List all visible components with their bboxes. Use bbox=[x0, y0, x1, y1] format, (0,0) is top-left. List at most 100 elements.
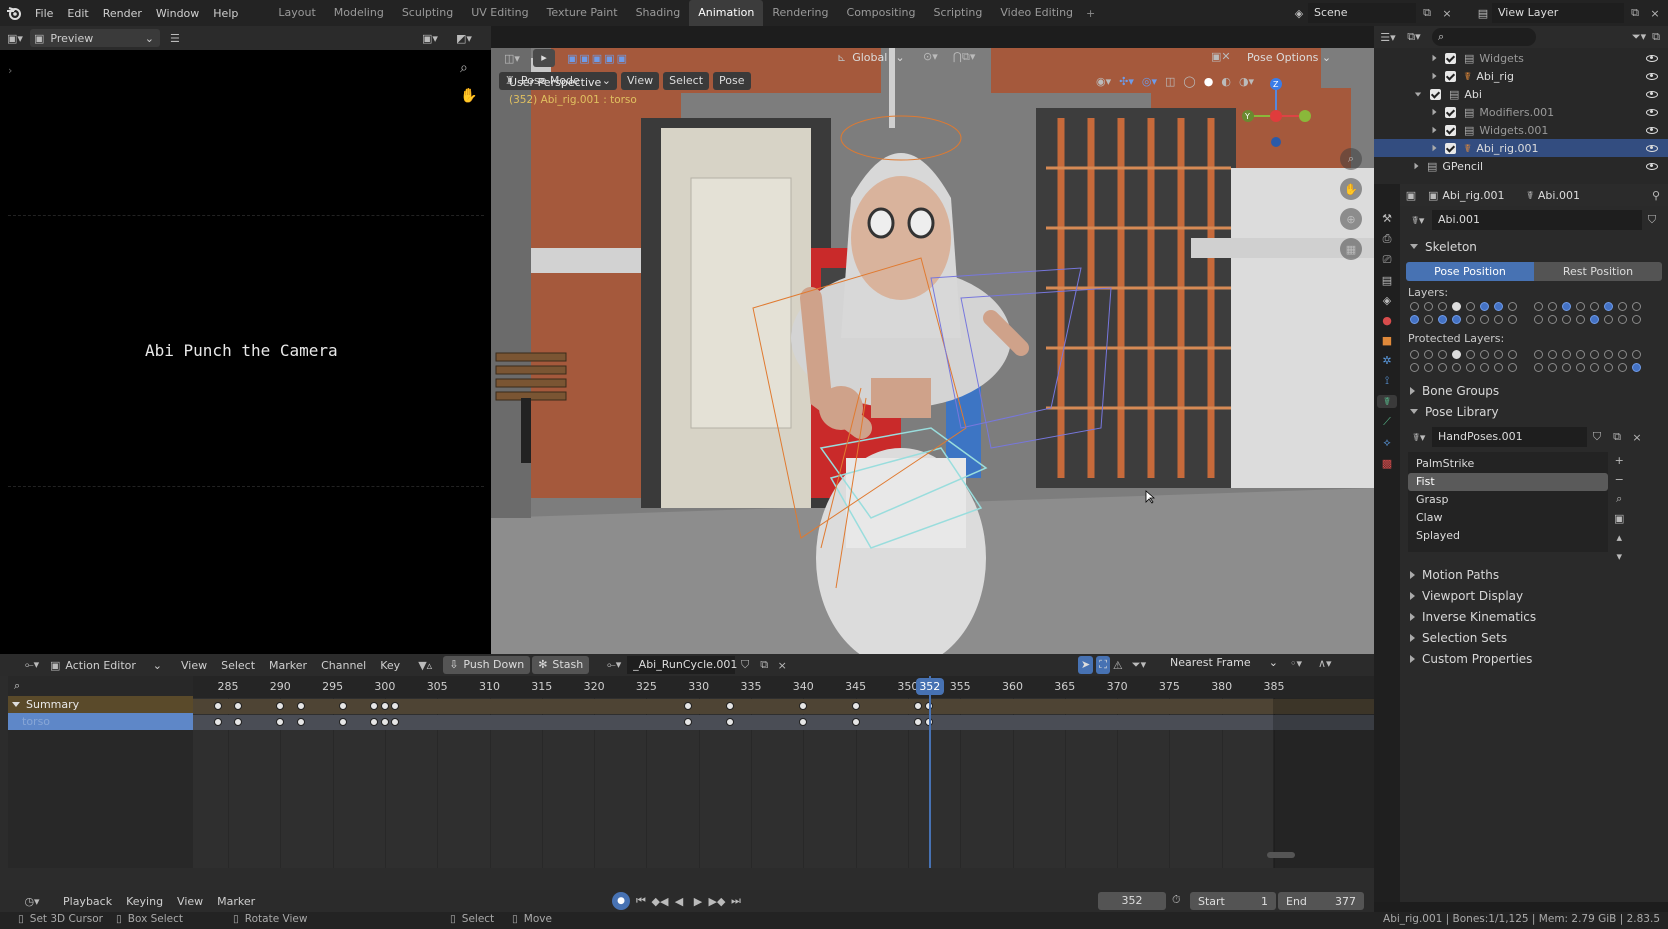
display-mode-icon[interactable]: ◩▾ bbox=[456, 32, 472, 45]
layer-toggle[interactable] bbox=[1590, 315, 1599, 324]
add-pose-icon[interactable]: + bbox=[1614, 454, 1624, 467]
layer-toggle[interactable] bbox=[1618, 315, 1627, 324]
object-tab-icon[interactable]: ■ bbox=[1382, 334, 1392, 347]
armature-data-tab-icon[interactable]: ☤ bbox=[1377, 395, 1397, 408]
tab-rendering[interactable]: Rendering bbox=[763, 0, 837, 26]
action-menu-key[interactable]: Key bbox=[373, 659, 407, 672]
outliner-item[interactable]: ▤ Modifiers.001 bbox=[1374, 103, 1668, 121]
layer-toggle[interactable] bbox=[1438, 315, 1447, 324]
eye-icon[interactable] bbox=[1646, 144, 1658, 152]
layer-toggle[interactable] bbox=[1576, 363, 1585, 372]
view-options-icon[interactable]: ▣▾ bbox=[422, 32, 438, 45]
panel-header[interactable]: Viewport Display bbox=[1400, 585, 1668, 606]
xray-icon[interactable]: ◫ bbox=[1165, 75, 1175, 88]
bone-tab-icon[interactable]: ⟋ bbox=[1383, 415, 1391, 429]
keyframe[interactable] bbox=[368, 700, 381, 712]
tab-animation[interactable]: Animation bbox=[689, 0, 764, 26]
current-frame-field[interactable]: 352 bbox=[1098, 892, 1166, 910]
expand-arrow-icon[interactable] bbox=[1432, 126, 1437, 134]
layer-toggle[interactable] bbox=[1534, 302, 1543, 311]
move-up-icon[interactable]: ▴ bbox=[1614, 531, 1624, 544]
layer-toggle[interactable] bbox=[1562, 315, 1571, 324]
layer-toggle[interactable] bbox=[1452, 302, 1461, 311]
bone-constraint-tab-icon[interactable]: ⟡ bbox=[1383, 436, 1390, 450]
outliner-item[interactable]: ▤ Abi bbox=[1374, 85, 1668, 103]
play-icon[interactable]: ▶ bbox=[690, 895, 706, 908]
tab-uv-editing[interactable]: UV Editing bbox=[462, 0, 537, 26]
pose-library-panel-header[interactable]: Pose Library bbox=[1400, 401, 1668, 422]
view-layer-name[interactable]: View Layer bbox=[1492, 3, 1624, 23]
fake-user-shield-icon[interactable]: ⛉ bbox=[1587, 430, 1607, 444]
tab-shading[interactable]: Shading bbox=[627, 0, 690, 26]
layer-toggle[interactable] bbox=[1604, 350, 1613, 359]
jump-start-icon[interactable]: ⏮ bbox=[633, 894, 649, 908]
pose-position-button[interactable]: Pose Position bbox=[1406, 262, 1534, 281]
pose-item[interactable]: Splayed bbox=[1408, 527, 1608, 545]
texture-tab-icon[interactable]: ▩ bbox=[1382, 457, 1392, 470]
layer-toggle[interactable] bbox=[1438, 363, 1447, 372]
pose-item[interactable]: Claw bbox=[1408, 509, 1608, 527]
action-browse-icon[interactable]: ⟜▾ bbox=[601, 658, 627, 672]
wireframe-shading-icon[interactable]: ◯ bbox=[1183, 75, 1195, 88]
layer-toggle[interactable] bbox=[1508, 363, 1517, 372]
pose-options-dropdown[interactable]: Pose Options ⌄ bbox=[1241, 49, 1337, 67]
menu-render[interactable]: Render bbox=[96, 7, 149, 20]
keyframe[interactable] bbox=[389, 700, 402, 712]
eye-icon[interactable] bbox=[1646, 90, 1658, 98]
skeleton-panel-header[interactable]: Skeleton bbox=[1400, 236, 1668, 257]
layer-toggle[interactable] bbox=[1548, 363, 1557, 372]
keyframe[interactable] bbox=[232, 700, 245, 712]
solid-shading-icon[interactable]: ● bbox=[1204, 75, 1214, 88]
navigation-gizmo[interactable]: Z Y bbox=[1236, 76, 1316, 156]
layer-toggle[interactable] bbox=[1466, 302, 1475, 311]
outliner-item[interactable]: ▤ GPencil bbox=[1374, 157, 1668, 175]
3d-viewport[interactable]: ◫▾ ▸ ▣▣▣▣▣ ♜ Pose Mode ⌄ View Select Pose … bbox=[491, 48, 1374, 654]
visibility-icon[interactable]: ◉▾ bbox=[1096, 75, 1111, 88]
expand-arrow-icon[interactable] bbox=[1432, 72, 1437, 80]
outliner-search-input[interactable]: ⌕ bbox=[1432, 28, 1536, 46]
render-tab-icon[interactable]: ⎙ bbox=[1383, 232, 1392, 246]
layer-toggle[interactable] bbox=[1424, 363, 1433, 372]
viewport-menu-select[interactable]: Select bbox=[663, 72, 710, 90]
filter-icon[interactable]: ⏷▾ bbox=[1632, 30, 1646, 44]
tab-video-editing[interactable]: Video Editing bbox=[991, 0, 1082, 26]
pose-item[interactable]: PalmStrike bbox=[1408, 455, 1608, 473]
current-frame-label[interactable]: 352 bbox=[915, 678, 944, 695]
keyframe[interactable] bbox=[211, 716, 224, 728]
action-menu-marker[interactable]: Marker bbox=[262, 659, 314, 672]
channel-search[interactable]: ⌕ bbox=[8, 676, 193, 696]
layer-toggle[interactable] bbox=[1424, 302, 1433, 311]
layer-toggle[interactable] bbox=[1480, 302, 1489, 311]
layer-toggle[interactable] bbox=[1410, 302, 1419, 311]
editor-type-icon[interactable]: ▣ bbox=[1400, 189, 1422, 202]
world-tab-icon[interactable]: ● bbox=[1382, 314, 1392, 327]
remove-pose-icon[interactable]: − bbox=[1614, 473, 1624, 486]
panel-header[interactable]: Inverse Kinematics bbox=[1400, 606, 1668, 627]
record-icon[interactable]: ● bbox=[612, 892, 630, 910]
view-layer-selector[interactable]: ▤ View Layer ⧉ × bbox=[1474, 3, 1664, 23]
new-pose-lib-icon[interactable]: ⧉ bbox=[1607, 430, 1627, 444]
menu-edit[interactable]: Edit bbox=[60, 7, 95, 20]
push-down-button[interactable]: ⇩ Push Down bbox=[443, 656, 531, 674]
visibility-checkbox[interactable] bbox=[1445, 70, 1456, 82]
protected-grid-left[interactable] bbox=[1408, 348, 1520, 374]
next-keyframe-icon[interactable]: ▶◆ bbox=[709, 895, 726, 908]
prev-keyframe-icon[interactable]: ◆◀ bbox=[652, 895, 669, 908]
tab-modeling[interactable]: Modeling bbox=[325, 0, 393, 26]
pivot-icon[interactable]: ⊙▾ bbox=[923, 50, 938, 63]
stopwatch-icon[interactable]: ⏱ bbox=[1172, 893, 1181, 907]
unlink-icon[interactable]: × bbox=[1627, 431, 1647, 444]
expand-arrow-icon[interactable]: › bbox=[8, 64, 12, 77]
sanitize-icon[interactable]: ▣ bbox=[1614, 512, 1624, 525]
layer-toggle[interactable] bbox=[1576, 302, 1585, 311]
eye-icon[interactable] bbox=[1646, 72, 1658, 80]
panel-header[interactable]: Custom Properties bbox=[1400, 648, 1668, 669]
action-menu-view[interactable]: View bbox=[174, 659, 214, 672]
output-tab-icon[interactable]: ⎚ bbox=[1383, 253, 1392, 267]
eye-icon[interactable] bbox=[1646, 126, 1658, 134]
scene-selector[interactable]: ◈ Scene ⧉ × bbox=[1290, 3, 1456, 23]
only-selected-icon[interactable]: ➤ bbox=[1078, 656, 1094, 674]
timeline-icon[interactable]: ◷▾ bbox=[18, 895, 46, 908]
layer-toggle[interactable] bbox=[1494, 315, 1503, 324]
layer-grid-right[interactable] bbox=[1532, 300, 1644, 326]
